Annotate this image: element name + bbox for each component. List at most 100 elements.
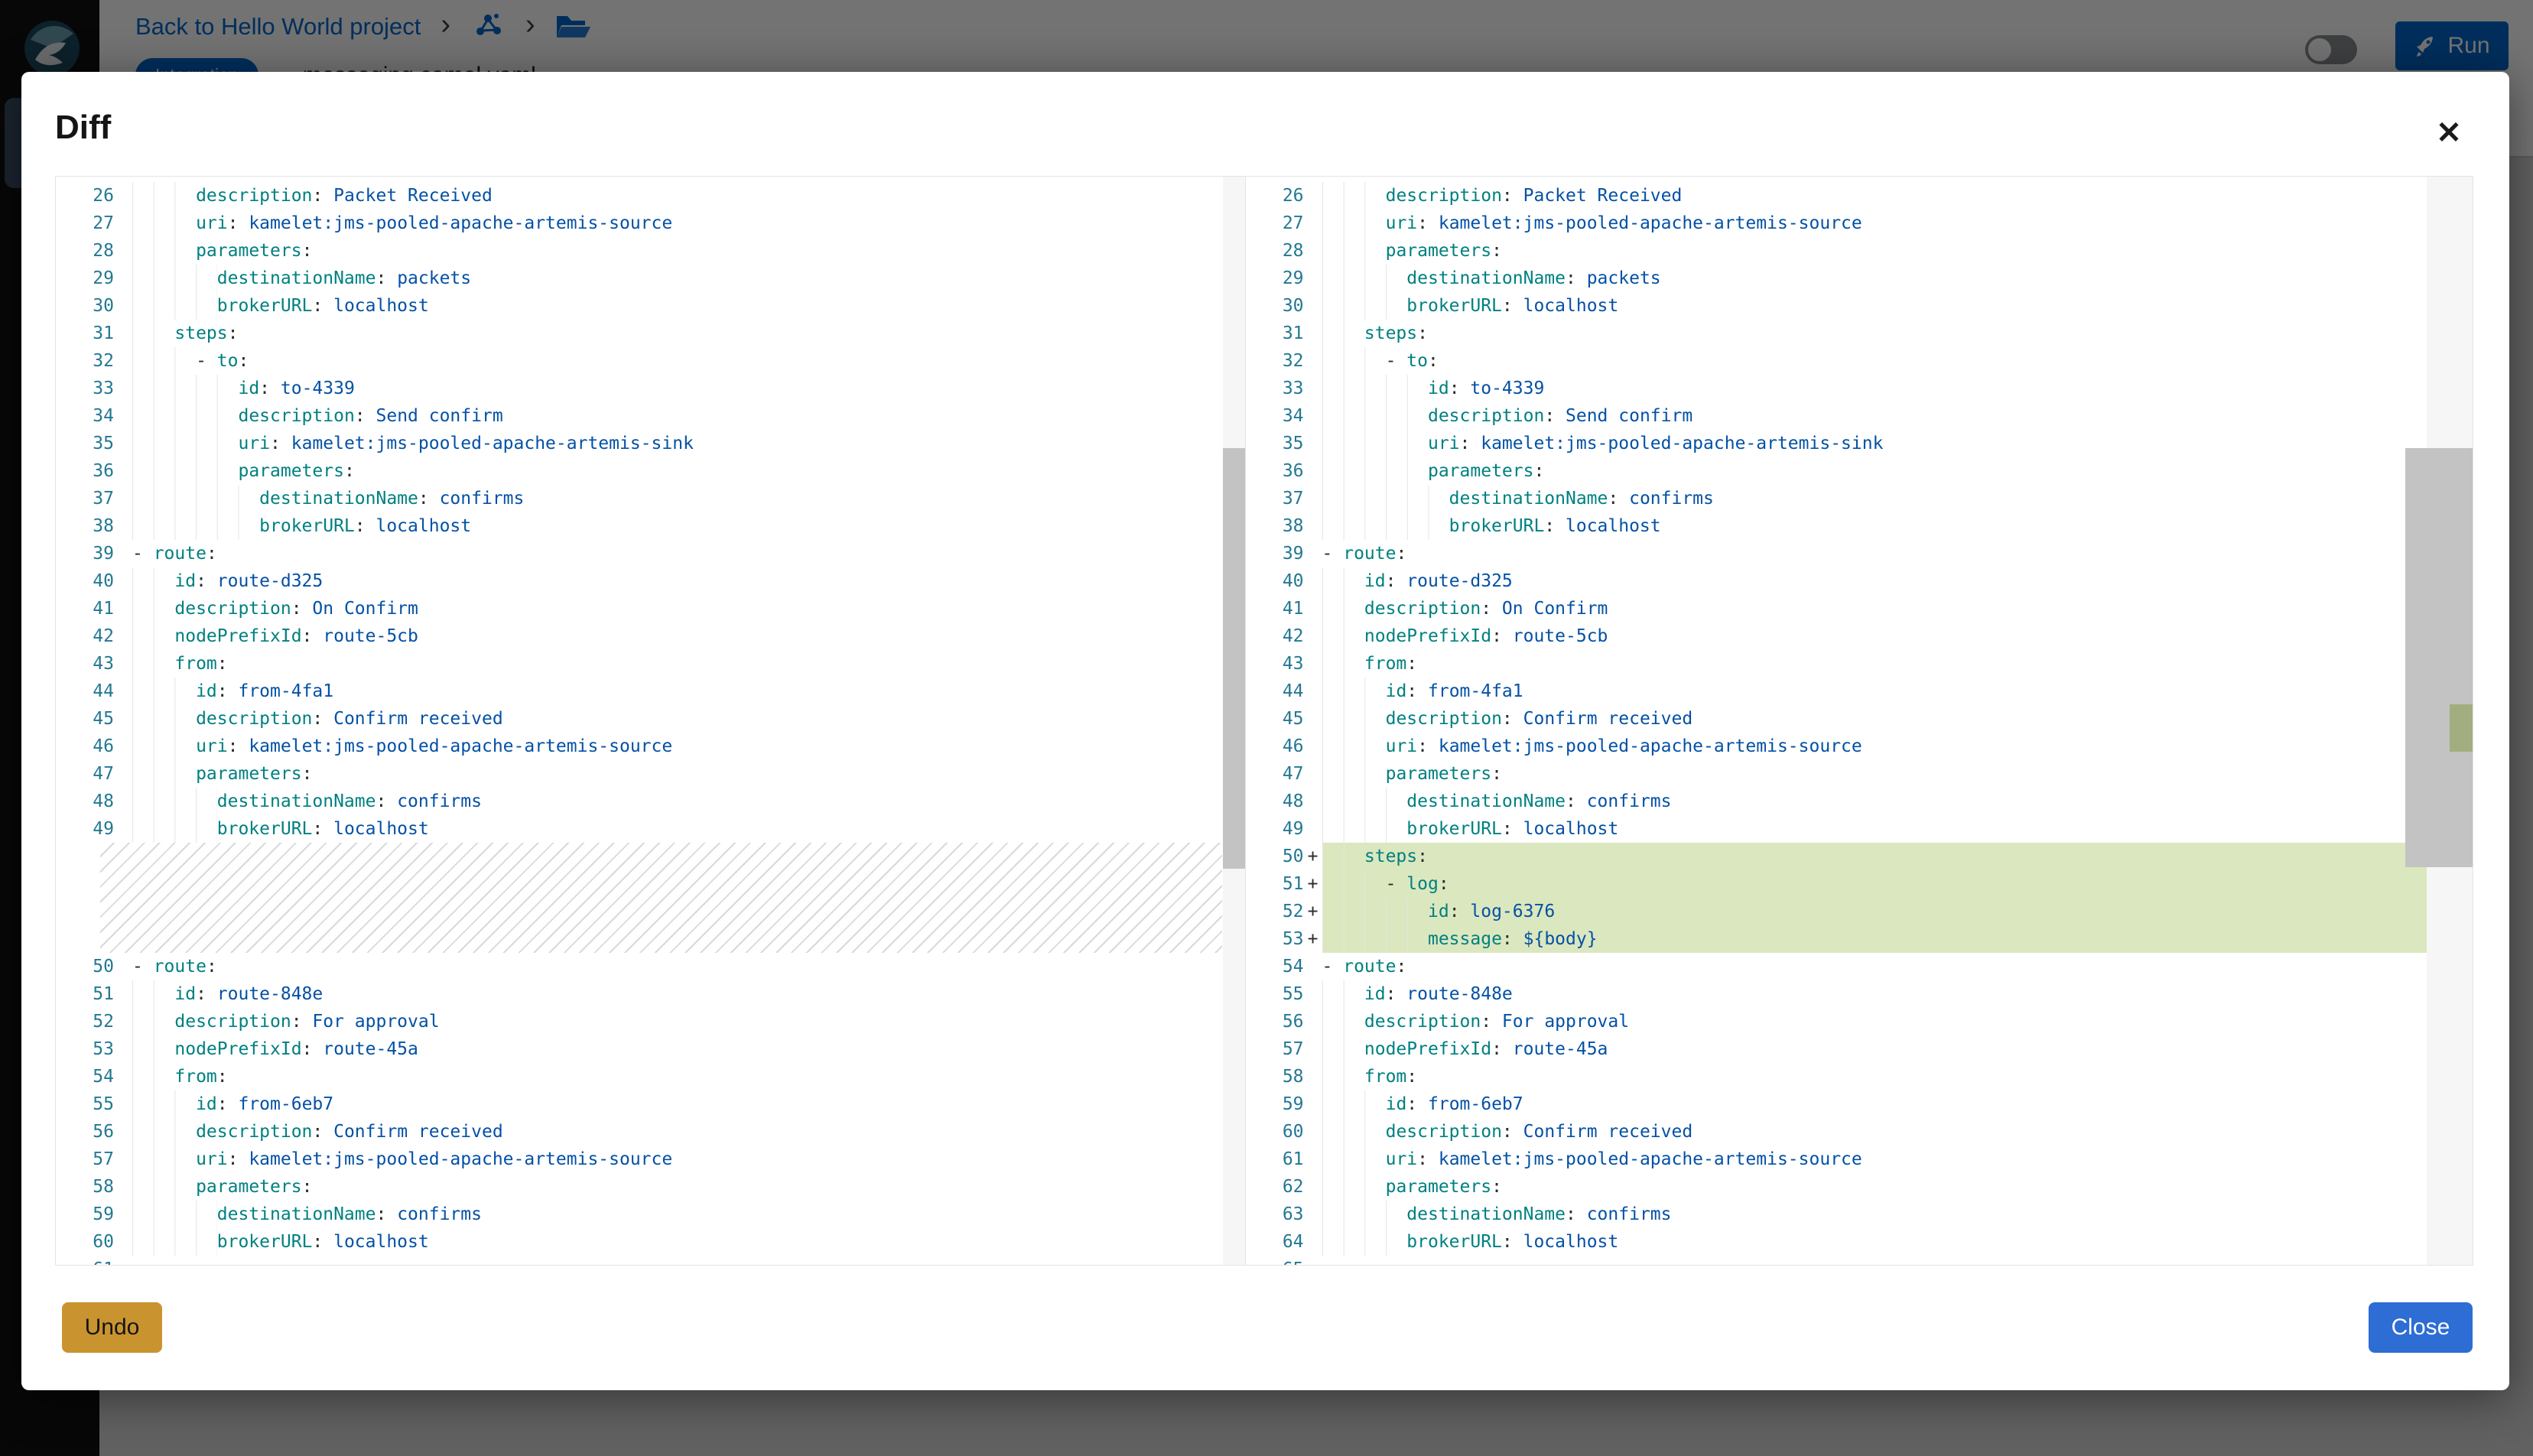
scrollbar-thumb[interactable]	[2405, 448, 2473, 867]
line-number: 29	[1246, 268, 1304, 288]
scrollbar-thumb[interactable]	[1223, 448, 1245, 869]
code-line: 33id: to-4339	[1246, 375, 2473, 402]
line-number: 59	[56, 1204, 114, 1224]
line-number: 42	[56, 626, 114, 646]
diff-add-marker: +	[1304, 847, 1322, 866]
code-line: 57nodePrefixId: route-45a	[1246, 1035, 2473, 1063]
line-number: 45	[1246, 709, 1304, 729]
diff-add-marker: +	[1304, 929, 1322, 949]
line-number: 44	[1246, 681, 1304, 701]
close-button[interactable]: Close	[2369, 1302, 2473, 1353]
code-line: 39- route:	[56, 540, 1245, 567]
code-line: 63destinationName: confirms	[1246, 1201, 2473, 1228]
code-line: 30brokerURL: localhost	[1246, 292, 2473, 320]
code-line: 41description: On Confirm	[1246, 595, 2473, 622]
diff-add-marker: +	[1304, 874, 1322, 894]
code-line: 41description: On Confirm	[56, 595, 1245, 622]
code-line: 50- route:	[56, 953, 1245, 980]
overview-ruler-added-marker	[2450, 704, 2473, 752]
code-line: 31steps:	[56, 320, 1245, 347]
code-line: 56description: For approval	[1246, 1008, 2473, 1035]
line-number: 49	[56, 819, 114, 839]
code-line: 58from:	[1246, 1063, 2473, 1090]
code-line: 53+message: ${body}	[1246, 925, 2473, 953]
line-number: 29	[56, 268, 114, 288]
code-line: 35uri: kamelet:jms-pooled-apache-artemis…	[56, 430, 1245, 457]
code-line: 55id: from-6eb7	[56, 1090, 1245, 1118]
undo-button[interactable]: Undo	[62, 1302, 162, 1353]
line-number: 35	[56, 434, 114, 453]
line-number: 40	[1246, 571, 1304, 591]
line-number: 58	[56, 1177, 114, 1197]
code-line: 57uri: kamelet:jms-pooled-apache-artemis…	[56, 1146, 1245, 1173]
line-number: 57	[56, 1149, 114, 1169]
line-number: 38	[56, 516, 114, 536]
line-number: 46	[56, 736, 114, 756]
line-number: 33	[56, 379, 114, 398]
code-line: 49brokerURL: localhost	[56, 815, 1245, 843]
line-number: 36	[1246, 461, 1304, 481]
line-number: 56	[1246, 1012, 1304, 1032]
line-number: 45	[56, 709, 114, 729]
line-number: 61	[1246, 1149, 1304, 1169]
line-number: 42	[1246, 626, 1304, 646]
line-number: 65	[1246, 1259, 1304, 1265]
line-number: 54	[56, 1067, 114, 1087]
line-number: 43	[1246, 654, 1304, 674]
line-number: 53	[56, 1039, 114, 1059]
line-number: 51	[1246, 874, 1304, 894]
line-number: 31	[1246, 323, 1304, 343]
line-number: 60	[56, 1232, 114, 1252]
diff-pane-original[interactable]: 26description: Packet Received27uri: kam…	[56, 177, 1246, 1265]
line-number: 39	[56, 544, 114, 564]
code-line: 60description: Confirm received	[1246, 1118, 2473, 1146]
code-line: 42nodePrefixId: route-5cb	[1246, 622, 2473, 650]
code-line: 34description: Send confirm	[56, 402, 1245, 430]
line-number: 56	[56, 1122, 114, 1142]
line-number: 32	[1246, 351, 1304, 371]
line-number: 41	[56, 599, 114, 619]
code-line: 44id: from-4fa1	[1246, 678, 2473, 705]
line-number: 36	[56, 461, 114, 481]
code-line: 31steps:	[1246, 320, 2473, 347]
line-number: 27	[1246, 213, 1304, 233]
code-line: 52+id: log-6376	[1246, 898, 2473, 925]
code-line: 32- to:	[1246, 347, 2473, 375]
code-line: 39- route:	[1246, 540, 2473, 567]
code-line: 33id: to-4339	[56, 375, 1245, 402]
code-line: 45description: Confirm received	[56, 705, 1245, 733]
code-line: 55id: route-848e	[1246, 980, 2473, 1008]
line-number: 63	[1246, 1204, 1304, 1224]
line-number: 55	[56, 1094, 114, 1114]
line-number: 44	[56, 681, 114, 701]
code-line: 48destinationName: confirms	[56, 788, 1245, 815]
code-line: 28parameters:	[56, 237, 1245, 265]
code-line: 56description: Confirm received	[56, 1118, 1245, 1146]
line-number: 35	[1246, 434, 1304, 453]
code-line: 43from:	[56, 650, 1245, 678]
code-line: 37destinationName: confirms	[1246, 485, 2473, 512]
line-number: 60	[1246, 1122, 1304, 1142]
code-line: 44id: from-4fa1	[56, 678, 1245, 705]
code-line: 53nodePrefixId: route-45a	[56, 1035, 1245, 1063]
code-line: 62parameters:	[1246, 1173, 2473, 1201]
line-number: 34	[1246, 406, 1304, 426]
code-line: 42nodePrefixId: route-5cb	[56, 622, 1245, 650]
code-line: 54- route:	[1246, 953, 2473, 980]
line-number: 58	[1246, 1067, 1304, 1087]
diff-editor: 26description: Packet Received27uri: kam…	[55, 176, 2473, 1266]
line-number: 47	[1246, 764, 1304, 784]
code-line: 34description: Send confirm	[1246, 402, 2473, 430]
line-number: 32	[56, 351, 114, 371]
code-line: 27uri: kamelet:jms-pooled-apache-artemis…	[1246, 210, 2473, 237]
line-number: 34	[56, 406, 114, 426]
diff-pane-modified[interactable]: 26description: Packet Received27uri: kam…	[1246, 177, 2473, 1265]
code-line: 37destinationName: confirms	[56, 485, 1245, 512]
line-number: 50	[56, 957, 114, 977]
code-line: 40id: route-d325	[56, 567, 1245, 595]
code-line: 60brokerURL: localhost	[56, 1228, 1245, 1256]
code-line: 30brokerURL: localhost	[56, 292, 1245, 320]
close-icon[interactable]: ✕	[2427, 112, 2470, 154]
line-number: 61	[56, 1259, 114, 1265]
code-line: 45description: Confirm received	[1246, 705, 2473, 733]
